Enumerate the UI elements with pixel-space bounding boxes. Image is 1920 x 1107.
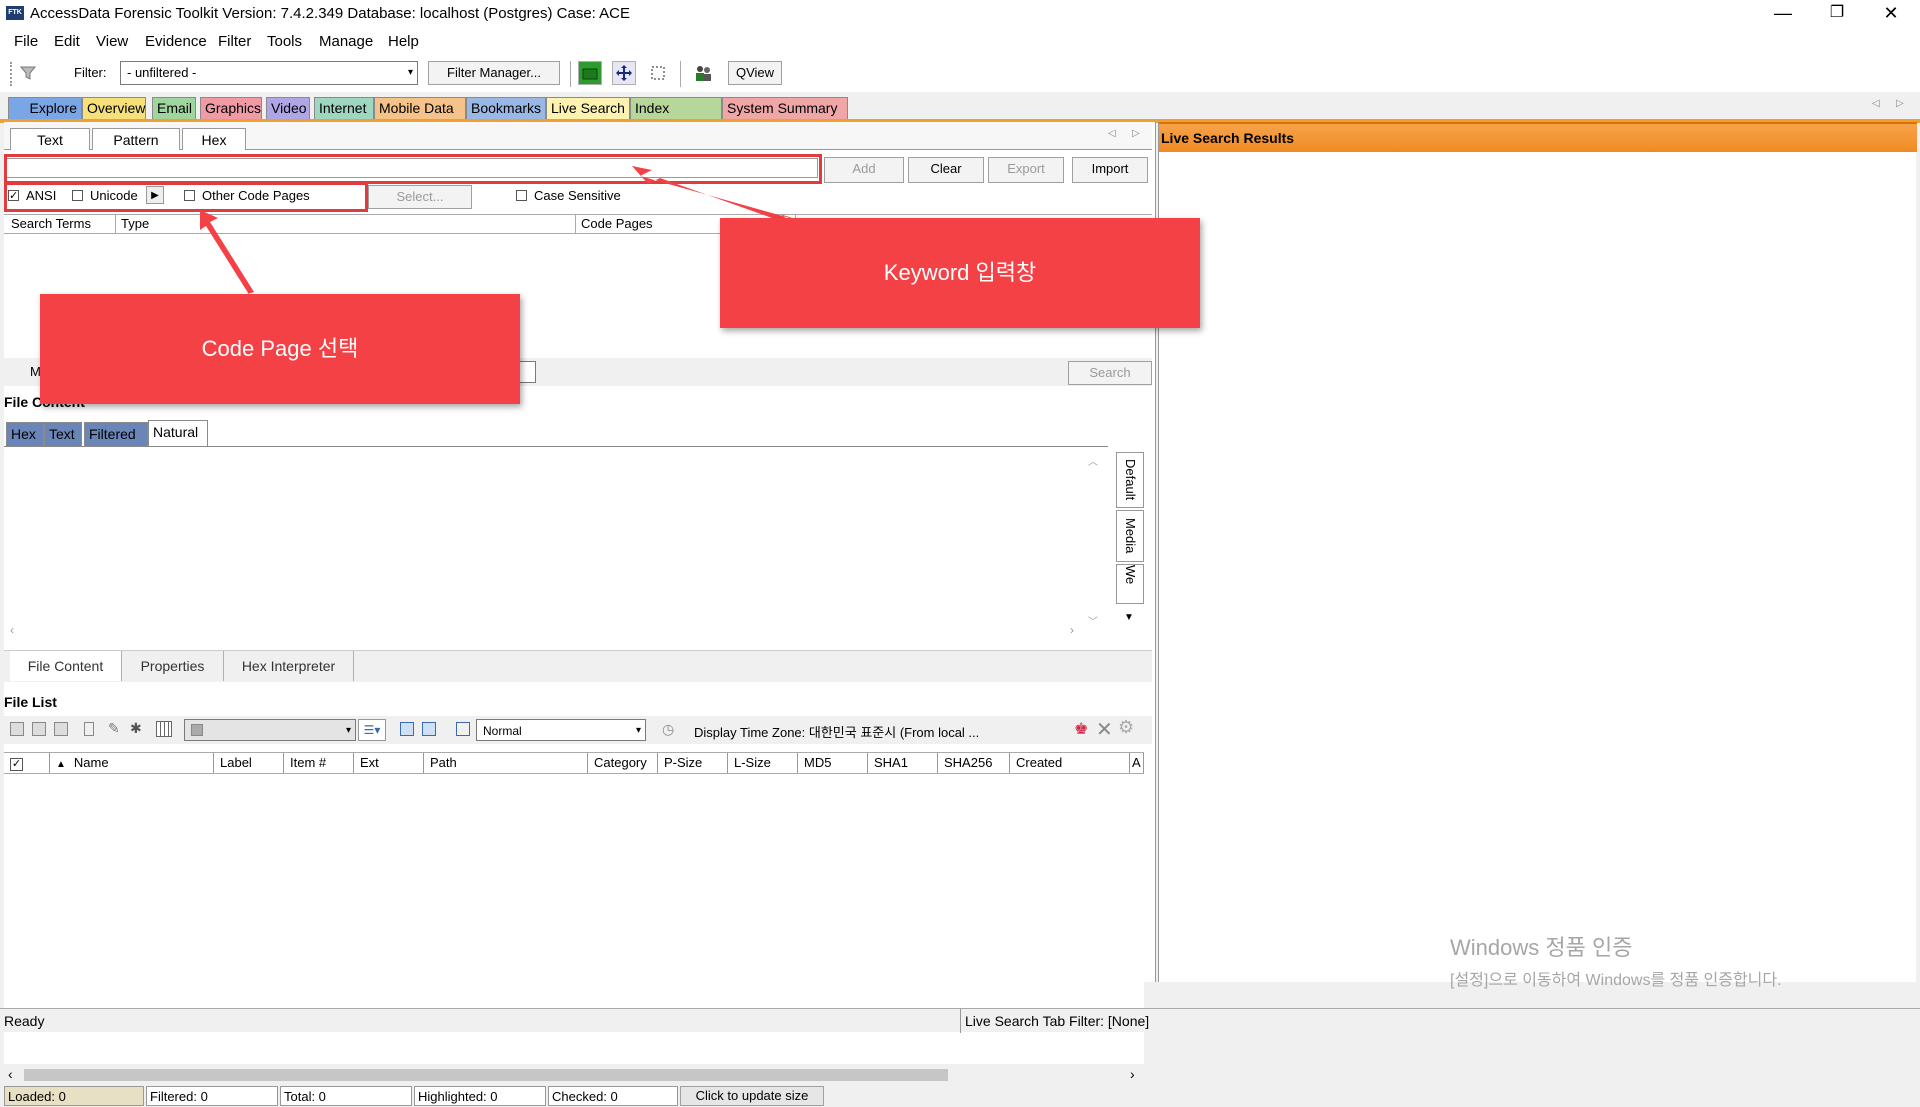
codepage-callout: Code Page 선택 xyxy=(40,294,520,404)
scrollbar-thumb[interactable] xyxy=(24,1069,948,1081)
scroll-right-icon[interactable]: › xyxy=(1130,1066,1135,1082)
update-size-button[interactable]: Click to update size xyxy=(680,1086,824,1106)
keyword-callout: Keyword 입력창 xyxy=(720,218,1200,328)
watermark-line2: [설정]으로 이동하여 Windows를 정품 인증합니다. xyxy=(1450,972,1782,989)
total-count: Total: 0 xyxy=(280,1086,412,1106)
tab-filter-status: Live Search Tab Filter: [None] xyxy=(960,1009,1149,1033)
file-list-status: Loaded: 0 Filtered: 0 Total: 0 Highlight… xyxy=(4,1086,1152,1106)
status-text: Ready xyxy=(4,1013,45,1029)
scroll-left-icon[interactable]: ‹ xyxy=(8,1066,13,1082)
file-list-hscroll[interactable]: ‹ › xyxy=(4,1066,1144,1084)
status-bar: Ready Live Search Tab Filter: [None] xyxy=(0,1008,1920,1033)
checked-count: Checked: 0 xyxy=(548,1086,678,1106)
highlighted-count: Highlighted: 0 xyxy=(414,1086,546,1106)
filtered-count: Filtered: 0 xyxy=(146,1086,278,1106)
callout-arrows xyxy=(200,166,804,296)
watermark-line1: Windows 정품 인증 xyxy=(1450,935,1633,960)
loaded-count: Loaded: 0 xyxy=(4,1086,144,1106)
windows-activation-watermark: Windows 정품 인증 [설정]으로 이동하여 Windows를 정품 인증… xyxy=(1450,930,1782,990)
codepage-arrow xyxy=(200,210,254,296)
